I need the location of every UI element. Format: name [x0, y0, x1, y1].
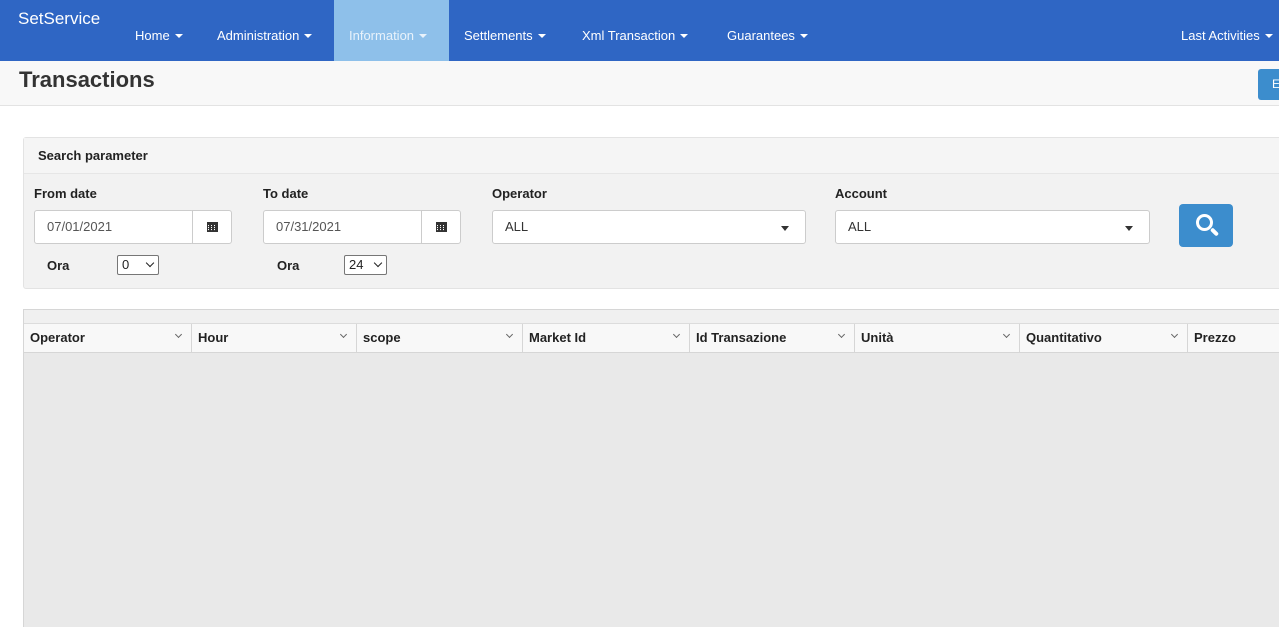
- nav-guarantees-label: Guarantees: [727, 28, 795, 43]
- column-header-label: Quantitativo: [1026, 330, 1102, 345]
- column-header-label: Unità: [861, 330, 894, 345]
- ora-from-label: Ora: [47, 258, 70, 273]
- ora-from-value: 0: [122, 257, 130, 272]
- column-header-quantitativo[interactable]: Quantitativo: [1020, 324, 1188, 353]
- nav-last-activities-label: Last Activities: [1181, 28, 1260, 43]
- ora-from-select[interactable]: 0: [117, 255, 159, 275]
- column-header-label: Prezzo: [1194, 330, 1236, 345]
- caret-down-icon: [1125, 226, 1133, 231]
- page-title: Transactions: [19, 67, 155, 92]
- top-navbar: SetService Home Administration Informati…: [0, 0, 1279, 61]
- chevron-down-icon[interactable]: [672, 330, 681, 339]
- column-header-prezzo[interactable]: Prezzo: [1188, 324, 1279, 353]
- calendar-icon: [436, 222, 447, 232]
- caret-down-icon: [174, 33, 183, 38]
- grid-toolbar: [24, 310, 1279, 324]
- column-header-operator[interactable]: Operator: [24, 324, 192, 353]
- search-panel-heading: Search parameter: [24, 138, 1279, 174]
- to-date-label: To date: [263, 186, 309, 201]
- chevron-down-icon[interactable]: [174, 330, 183, 339]
- account-select[interactable]: ALL: [835, 210, 1150, 244]
- account-select-value: ALL: [848, 219, 872, 234]
- nav-administration-label: Administration: [217, 28, 300, 43]
- column-header-market-id[interactable]: Market Id: [523, 324, 690, 353]
- column-header-unita[interactable]: Unità: [855, 324, 1020, 353]
- calendar-icon: [207, 222, 218, 232]
- operator-select-value: ALL: [505, 219, 529, 234]
- nav-xml-transaction[interactable]: Xml Transaction: [567, 0, 712, 61]
- column-header-id-transazione[interactable]: Id Transazione: [690, 324, 855, 353]
- caret-down-icon: [680, 33, 689, 38]
- column-header-label: scope: [363, 330, 401, 345]
- ora-to-label: Ora: [277, 258, 300, 273]
- account-label: Account: [835, 186, 887, 201]
- column-header-scope[interactable]: scope: [357, 324, 523, 353]
- ora-to-select[interactable]: 24: [344, 255, 387, 275]
- chevron-down-icon[interactable]: [1002, 330, 1011, 339]
- chevron-down-icon[interactable]: [1170, 330, 1179, 339]
- brand-link[interactable]: SetService: [18, 0, 100, 61]
- search-icon-handle: [1209, 227, 1220, 237]
- chevron-down-icon: [145, 258, 155, 268]
- operator-label: Operator: [492, 186, 547, 201]
- chevron-down-icon[interactable]: [505, 330, 514, 339]
- search-panel-title: Search parameter: [38, 148, 148, 163]
- nav-settlements[interactable]: Settlements: [449, 0, 567, 61]
- grid-header-row: Operator Hour scope Market Id Id Transaz…: [24, 324, 1279, 353]
- to-date-calendar-button[interactable]: [421, 210, 461, 244]
- caret-down-icon: [537, 33, 546, 38]
- caret-down-icon: [799, 33, 808, 38]
- column-header-hour[interactable]: Hour: [192, 324, 357, 353]
- column-header-label: Market Id: [529, 330, 587, 345]
- operator-select[interactable]: ALL: [492, 210, 806, 244]
- nav-home[interactable]: Home: [120, 0, 202, 61]
- nav-information-label: Information: [349, 28, 415, 43]
- caret-down-icon: [1264, 33, 1273, 38]
- transactions-grid: Operator Hour scope Market Id Id Transaz…: [23, 309, 1279, 627]
- nav-last-activities[interactable]: Last Activities: [1166, 0, 1279, 61]
- to-date-input[interactable]: 07/31/2021: [263, 210, 423, 244]
- from-date-input[interactable]: 07/01/2021: [34, 210, 194, 244]
- nav-xml-transaction-label: Xml Transaction: [582, 28, 676, 43]
- column-header-label: Id Transazione: [696, 330, 787, 345]
- ora-to-value: 24: [349, 257, 364, 272]
- caret-down-icon: [304, 33, 313, 38]
- nav-administration[interactable]: Administration: [202, 0, 334, 61]
- header-action-button[interactable]: E: [1258, 69, 1279, 100]
- from-date-calendar-button[interactable]: [192, 210, 232, 244]
- nav-information[interactable]: Information: [334, 0, 449, 61]
- column-header-label: Hour: [198, 330, 229, 345]
- chevron-down-icon: [373, 258, 383, 268]
- nav-home-label: Home: [135, 28, 170, 43]
- search-button[interactable]: [1179, 204, 1233, 247]
- column-header-label: Operator: [30, 330, 85, 345]
- from-date-label: From date: [34, 186, 97, 201]
- caret-down-icon: [781, 226, 789, 231]
- nav-settlements-label: Settlements: [464, 28, 533, 43]
- chevron-down-icon[interactable]: [339, 330, 348, 339]
- page-header: Transactions E: [0, 61, 1279, 106]
- search-panel: Search parameter From date 07/01/2021 Or…: [23, 137, 1279, 289]
- chevron-down-icon[interactable]: [837, 330, 846, 339]
- caret-down-icon: [419, 33, 428, 38]
- nav-guarantees[interactable]: Guarantees: [712, 0, 832, 61]
